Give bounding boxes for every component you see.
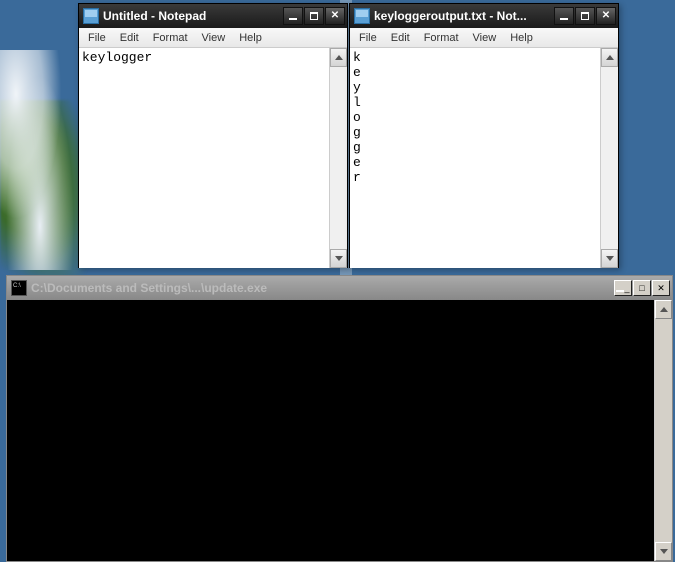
menu-format[interactable]: Format bbox=[146, 30, 195, 46]
menu-edit[interactable]: Edit bbox=[384, 30, 417, 46]
cmd-icon bbox=[11, 280, 27, 296]
notepad-window-1[interactable]: Untitled - Notepad File Edit Format View… bbox=[78, 3, 348, 268]
console-output[interactable] bbox=[7, 300, 654, 561]
window-title: keyloggeroutput.txt - Not... bbox=[374, 9, 554, 23]
maximize-button[interactable] bbox=[575, 7, 595, 25]
scroll-down-button[interactable] bbox=[330, 249, 347, 268]
scroll-down-button[interactable] bbox=[655, 542, 672, 561]
close-button[interactable] bbox=[325, 7, 345, 25]
maximize-button[interactable] bbox=[304, 7, 324, 25]
command-prompt-window[interactable]: C:\Documents and Settings\...\update.exe… bbox=[6, 275, 673, 562]
menubar: File Edit Format View Help bbox=[79, 28, 347, 48]
vertical-scrollbar[interactable] bbox=[600, 48, 618, 268]
menubar: File Edit Format View Help bbox=[350, 28, 618, 48]
scroll-up-button[interactable] bbox=[601, 48, 618, 67]
window-controls: _ □ ✕ bbox=[614, 280, 670, 296]
scroll-track[interactable] bbox=[601, 67, 618, 249]
titlebar[interactable]: Untitled - Notepad bbox=[79, 4, 347, 28]
text-content[interactable]: keylogger bbox=[79, 48, 329, 268]
scroll-down-button[interactable] bbox=[601, 249, 618, 268]
close-button[interactable] bbox=[596, 7, 616, 25]
editor-area: k e y l o g g e r bbox=[350, 48, 618, 268]
console-body bbox=[7, 300, 672, 561]
window-controls bbox=[283, 7, 345, 25]
window-title: Untitled - Notepad bbox=[103, 9, 283, 23]
window-title: C:\Documents and Settings\...\update.exe bbox=[31, 281, 614, 295]
notepad-window-2[interactable]: keyloggeroutput.txt - Not... File Edit F… bbox=[349, 3, 619, 268]
menu-file[interactable]: File bbox=[352, 30, 384, 46]
menu-help[interactable]: Help bbox=[232, 30, 269, 46]
close-button[interactable]: ✕ bbox=[652, 280, 670, 296]
menu-view[interactable]: View bbox=[466, 30, 504, 46]
menu-view[interactable]: View bbox=[195, 30, 233, 46]
titlebar[interactable]: keyloggeroutput.txt - Not... bbox=[350, 4, 618, 28]
titlebar[interactable]: C:\Documents and Settings\...\update.exe… bbox=[7, 276, 672, 300]
vertical-scrollbar[interactable] bbox=[329, 48, 347, 268]
minimize-button[interactable] bbox=[554, 7, 574, 25]
notepad-icon bbox=[83, 8, 99, 24]
menu-help[interactable]: Help bbox=[503, 30, 540, 46]
scroll-up-button[interactable] bbox=[330, 48, 347, 67]
desktop-decoration bbox=[0, 50, 80, 270]
menu-edit[interactable]: Edit bbox=[113, 30, 146, 46]
vertical-scrollbar[interactable] bbox=[654, 300, 672, 561]
window-controls bbox=[554, 7, 616, 25]
menu-file[interactable]: File bbox=[81, 30, 113, 46]
scroll-track[interactable] bbox=[655, 319, 672, 542]
minimize-button[interactable] bbox=[283, 7, 303, 25]
maximize-button[interactable]: □ bbox=[633, 280, 651, 296]
minimize-button[interactable]: _ bbox=[614, 280, 632, 296]
scroll-track[interactable] bbox=[330, 67, 347, 249]
scroll-up-button[interactable] bbox=[655, 300, 672, 319]
menu-format[interactable]: Format bbox=[417, 30, 466, 46]
text-content[interactable]: k e y l o g g e r bbox=[350, 48, 600, 268]
editor-area: keylogger bbox=[79, 48, 347, 268]
notepad-icon bbox=[354, 8, 370, 24]
